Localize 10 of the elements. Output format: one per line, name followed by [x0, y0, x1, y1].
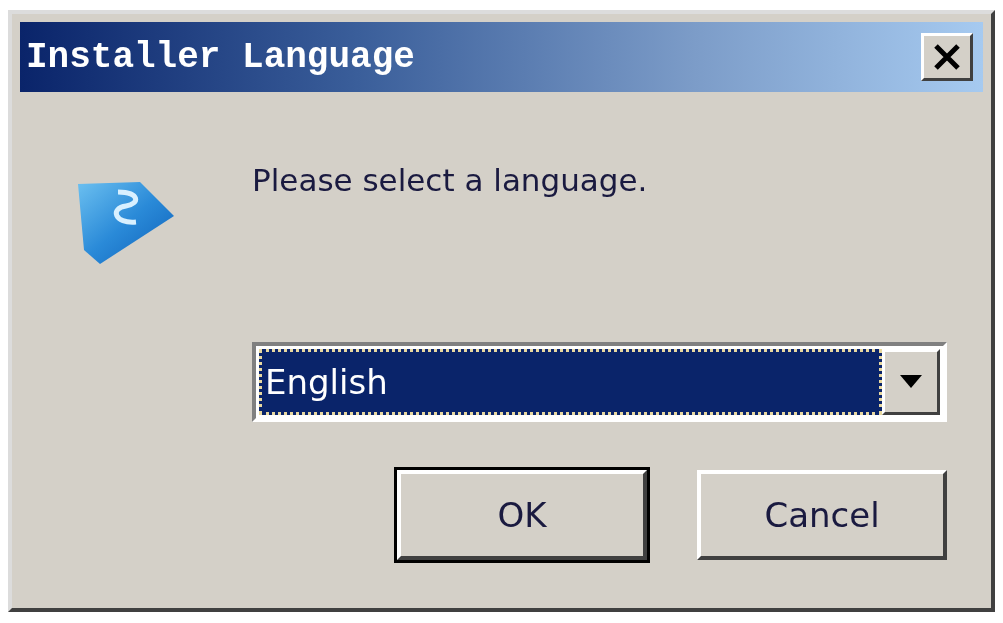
window-title: Installer Language [26, 36, 415, 78]
close-button[interactable] [921, 33, 973, 81]
dialog-button[interactable]: Cancel [697, 470, 947, 560]
dropdown-button[interactable] [882, 349, 940, 415]
selected-language: English [259, 349, 882, 415]
language-dropdown[interactable]: English [252, 342, 947, 422]
dialog-button[interactable]: OK [397, 470, 647, 560]
close-icon [932, 43, 962, 71]
prompt-text: Please select a language. [252, 162, 648, 198]
caret-icon [900, 375, 922, 389]
